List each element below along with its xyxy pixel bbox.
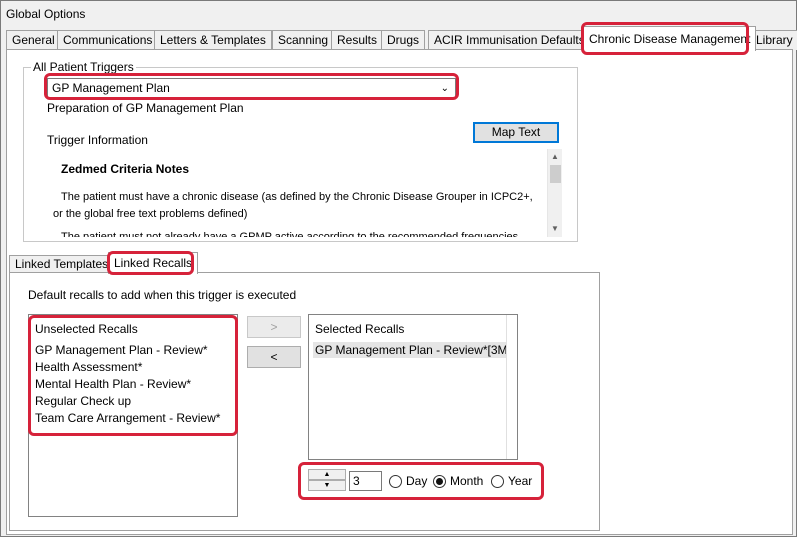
criteria-paragraph-2: The patient must not already have a GPMP… [61,231,522,237]
trigger-dropdown-value: GP Management Plan [52,81,170,95]
map-text-button[interactable]: Map Text [473,122,559,143]
list-item[interactable]: Regular Check up [35,394,131,408]
add-recall-button[interactable]: > [247,316,301,338]
list-item[interactable]: Mental Health Plan - Review* [35,377,191,391]
list-item[interactable]: Health Assessment* [35,360,142,374]
tab-general[interactable]: General [6,30,61,50]
selected-recalls-list[interactable]: Selected Recalls GP Management Plan - Re… [308,314,518,460]
all-patient-triggers-label: All Patient Triggers [31,60,136,74]
radio-day-circle [389,475,402,488]
list-item[interactable]: GP Management Plan - Review* [35,343,208,357]
radio-month-label: Month [450,474,484,488]
radio-month[interactable]: Month [433,474,483,488]
tab-linked-templates[interactable]: Linked Templates [9,255,115,273]
interval-spinner[interactable]: ▲ ▼ [308,469,346,491]
trigger-information-label: Trigger Information [47,133,148,147]
criteria-notes-heading: Zedmed Criteria Notes [61,162,190,176]
spin-down-icon[interactable]: ▼ [308,480,346,491]
trigger-information-text[interactable]: Zedmed Criteria Notes The patient must h… [47,149,562,237]
trigger-dropdown[interactable]: GP Management Plan ⌄ [47,78,456,98]
radio-day-label: Day [406,474,428,488]
tab-results[interactable]: Results [331,30,384,50]
remove-recall-button[interactable]: < [247,346,301,368]
selected-list-scrollbar[interactable] [506,315,517,459]
list-item[interactable]: GP Management Plan - Review*[3M] [313,342,513,358]
tab-drugs[interactable]: Drugs [381,30,426,50]
main-tab-strip: General Communications Letters & Templat… [6,26,797,51]
criteria-paragraph-1: The patient must have a chronic disease … [53,191,533,220]
radio-year[interactable]: Year [491,474,532,488]
tab-communications[interactable]: Communications [57,30,159,50]
selected-recalls-header: Selected Recalls [315,322,405,336]
radio-year-circle [491,475,504,488]
info-scrollbar[interactable]: ▲ ▼ [547,149,562,237]
tab-linked-recalls[interactable]: Linked Recalls [108,252,199,274]
unselected-recalls-list[interactable]: Unselected Recalls GP Management Plan - … [28,314,238,517]
scroll-up-icon[interactable]: ▲ [551,152,559,161]
tab-scanning[interactable]: Scanning [272,30,335,50]
tab-chronic-disease-management[interactable]: Chronic Disease Management [583,26,757,51]
tab-letters-templates[interactable]: Letters & Templates [154,30,272,50]
trigger-description: Preparation of GP Management Plan [47,101,244,115]
interval-value-input[interactable]: 3 [349,471,382,491]
window-title: Global Options [6,7,86,21]
spin-up-icon[interactable]: ▲ [308,469,346,480]
radio-year-label: Year [508,474,533,488]
chevron-down-icon: ⌄ [440,83,449,94]
scroll-thumb[interactable] [550,165,561,183]
tab-acir-immunisation-defaults[interactable]: ACIR Immunisation Defaults [428,30,591,50]
scroll-down-icon[interactable]: ▼ [551,224,559,233]
unselected-recalls-header: Unselected Recalls [35,322,138,336]
list-item[interactable]: Team Care Arrangement - Review* [35,411,220,425]
radio-month-circle [433,475,446,488]
tab-library[interactable]: Library [750,30,797,50]
recalls-instruction: Default recalls to add when this trigger… [28,288,297,302]
global-options-window: Global Options General Communications Le… [0,0,797,537]
radio-day[interactable]: Day [389,474,427,488]
